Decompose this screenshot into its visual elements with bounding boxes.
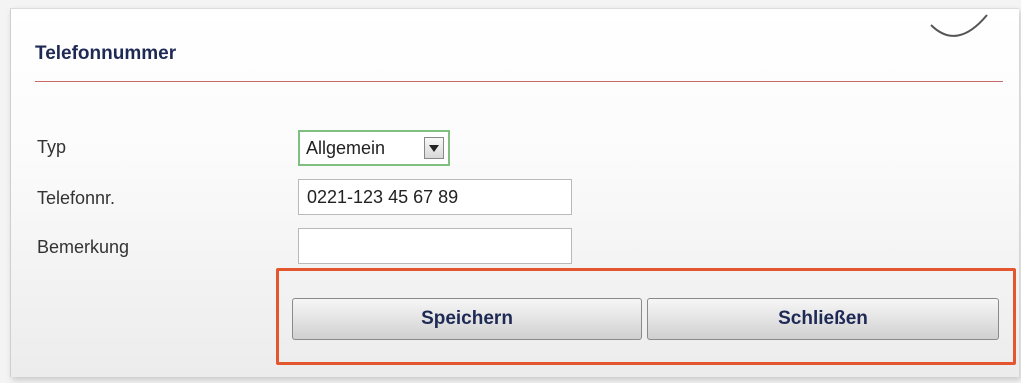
remark-input[interactable]: [298, 228, 572, 264]
remark-label: Bemerkung: [37, 237, 130, 257]
chevron-down-icon[interactable]: [424, 137, 444, 159]
type-label: Typ: [37, 137, 67, 157]
dialog-corner-arc: [930, 14, 988, 37]
phone-label: Telefonnr.: [37, 188, 116, 208]
dialog-title: Telefonnummer: [35, 43, 177, 64]
save-button[interactable]: Speichern: [292, 298, 642, 340]
phone-dialog: Telefonnummer Typ Allgemein Telefonnr. B…: [10, 8, 1019, 377]
phone-number-input[interactable]: [298, 179, 572, 215]
close-button[interactable]: Schließen: [647, 298, 999, 340]
type-select-value: Allgemein: [306, 137, 386, 158]
title-divider: [35, 81, 1003, 82]
type-select[interactable]: Allgemein: [298, 130, 450, 166]
